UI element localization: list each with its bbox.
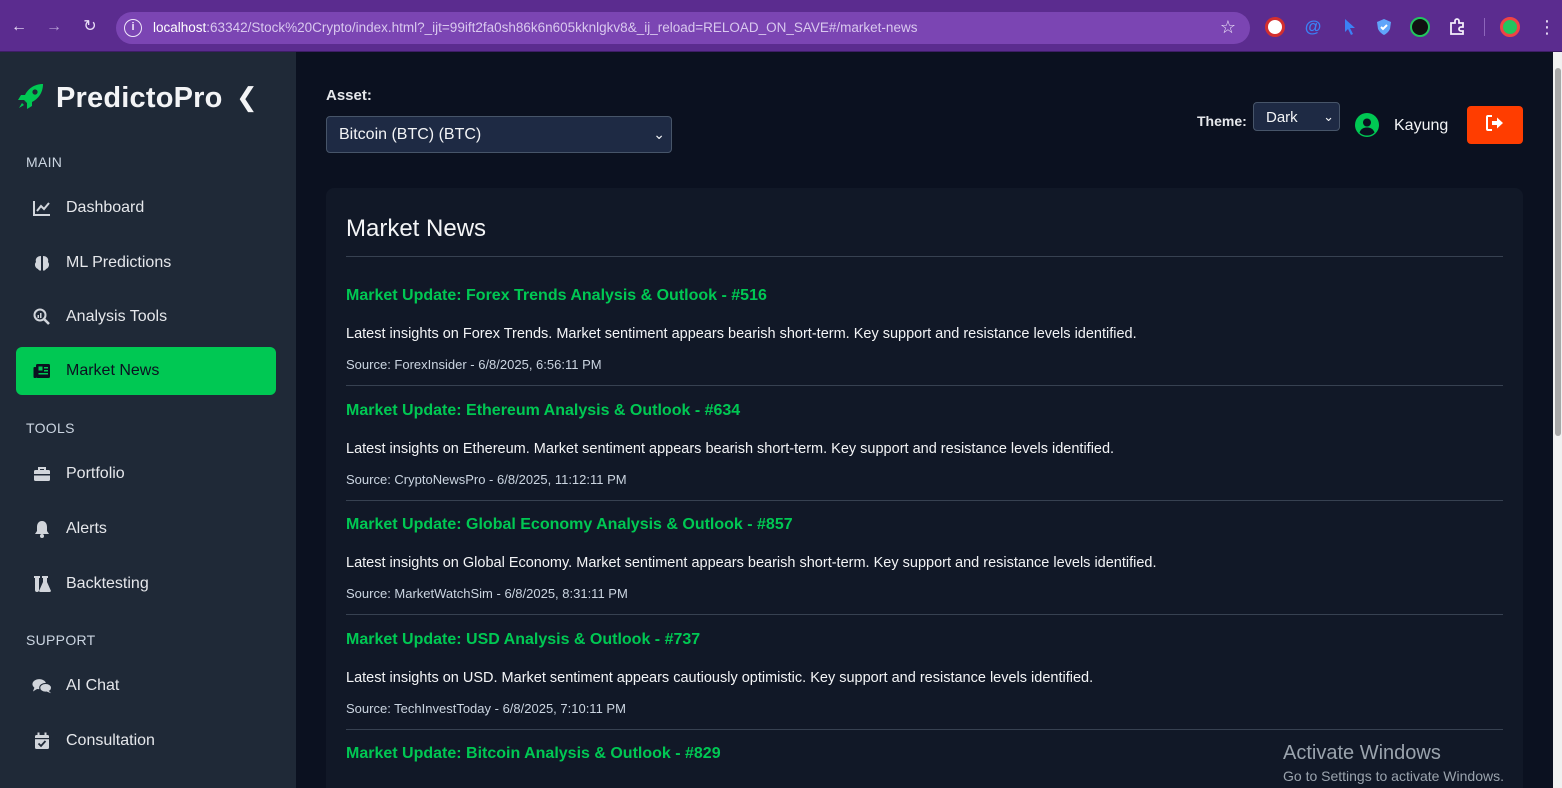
- news-summary: Latest insights on Global Economy. Marke…: [346, 555, 1157, 571]
- grammar-extension-icon[interactable]: [1410, 17, 1430, 37]
- sidebar-item-consultation[interactable]: Consultation: [16, 717, 276, 765]
- sidebar-item-ai-chat[interactable]: AI Chat: [16, 662, 276, 710]
- sidebar-item-label: Analysis Tools: [66, 308, 168, 325]
- user-avatar-icon[interactable]: [1355, 113, 1379, 137]
- site-info-icon[interactable]: i: [124, 19, 142, 37]
- market-news-card: Market News Market Update: Forex Trends …: [326, 188, 1523, 788]
- news-title-link[interactable]: Market Update: Global Economy Analysis &…: [346, 516, 793, 534]
- windows-activation-watermark: Activate Windows Go to Settings to activ…: [1283, 742, 1504, 784]
- news-item: Market Update: USD Analysis & Outlook - …: [346, 631, 1503, 746]
- back-arrow-icon[interactable]: ←: [8, 16, 30, 38]
- divider: [346, 385, 1503, 386]
- watermark-line-2: Go to Settings to activate Windows.: [1283, 768, 1504, 784]
- sign-out-icon: [1486, 114, 1504, 136]
- sidebar-item-ml-predictions[interactable]: ML Predictions: [16, 239, 276, 287]
- news-summary: Latest insights on USD. Market sentiment…: [346, 670, 1094, 686]
- browser-menu-icon[interactable]: ⋮: [1536, 16, 1558, 38]
- flask-icon: [32, 575, 52, 593]
- page-title: Market News: [346, 215, 487, 242]
- magnify-chart-icon: [32, 308, 52, 326]
- bell-icon: [32, 520, 52, 538]
- news-title-link[interactable]: Market Update: Ethereum Analysis & Outlo…: [346, 402, 740, 420]
- news-source: Source: ForexInsider - 6/8/2025, 6:56:11…: [346, 357, 602, 372]
- news-item: Market Update: Global Economy Analysis &…: [346, 516, 1503, 631]
- at-extension-icon[interactable]: @: [1303, 17, 1323, 37]
- logout-button[interactable]: [1467, 106, 1523, 144]
- watermark-line-1: Activate Windows: [1283, 742, 1441, 764]
- reload-icon[interactable]: ↻: [79, 16, 101, 38]
- brand-title: PredictoPro: [56, 81, 223, 114]
- briefcase-icon: [32, 466, 52, 482]
- sidebar-item-label: AI Chat: [66, 677, 120, 694]
- sidebar-item-alerts[interactable]: Alerts: [16, 505, 276, 553]
- news-title-link[interactable]: Market Update: Bitcoin Analysis & Outloo…: [346, 745, 721, 763]
- chevron-down-icon: ⌄: [1323, 109, 1334, 124]
- sidebar-item-portfolio[interactable]: Portfolio: [16, 450, 276, 498]
- section-label-support: SUPPORT: [26, 632, 96, 648]
- sidebar-item-backtesting[interactable]: Backtesting: [16, 560, 276, 608]
- address-bar[interactable]: i localhost:63342/Stock%20Crypto/index.h…: [116, 12, 1250, 44]
- brand-logo[interactable]: PredictoPro: [16, 80, 223, 116]
- rocket-icon: [16, 81, 46, 116]
- sidebar-item-label: Alerts: [66, 520, 107, 537]
- sidebar: PredictoPro ❮ MAIN Dashboard ML Predicti…: [0, 52, 296, 788]
- divider: [346, 729, 1503, 730]
- sidebar-item-label: ML Predictions: [66, 254, 172, 271]
- news-title-link[interactable]: Market Update: USD Analysis & Outlook - …: [346, 631, 700, 649]
- sidebar-item-label: Dashboard: [66, 199, 145, 216]
- sidebar-item-dashboard[interactable]: Dashboard: [16, 184, 276, 232]
- divider: [346, 256, 1503, 257]
- forward-arrow-icon[interactable]: →: [43, 16, 65, 38]
- scrollbar-thumb[interactable]: [1555, 68, 1561, 436]
- asset-select-value: Bitcoin (BTC) (BTC): [339, 126, 482, 143]
- username[interactable]: Kayung: [1394, 117, 1448, 135]
- divider: [346, 500, 1503, 501]
- profile-avatar-icon[interactable]: [1500, 17, 1520, 37]
- asset-label: Asset:: [326, 87, 372, 104]
- puzzle-extensions-icon[interactable]: [1447, 17, 1467, 37]
- newspaper-icon: [32, 363, 52, 379]
- chat-icon: [32, 677, 52, 695]
- theme-select[interactable]: Dark ⌄: [1253, 102, 1340, 131]
- news-title-link[interactable]: Market Update: Forex Trends Analysis & O…: [346, 287, 767, 305]
- section-label-tools: TOOLS: [26, 420, 75, 436]
- divider: [346, 614, 1503, 615]
- news-item: Market Update: Ethereum Analysis & Outlo…: [346, 402, 1503, 517]
- sidebar-item-label: Consultation: [66, 732, 155, 749]
- collapse-sidebar-chevron-icon[interactable]: ❮: [236, 82, 258, 113]
- news-summary: Latest insights on Ethereum. Market sent…: [346, 441, 1115, 457]
- sidebar-item-market-news[interactable]: Market News: [16, 347, 276, 395]
- shield-extension-icon[interactable]: [1374, 17, 1394, 37]
- chevron-down-icon: ⌄: [653, 126, 665, 142]
- section-label-main: MAIN: [26, 154, 63, 170]
- cursor-extension-icon[interactable]: [1340, 17, 1360, 37]
- bookmark-star-icon[interactable]: ☆: [1220, 17, 1236, 38]
- chart-line-icon: [32, 200, 52, 216]
- news-summary: Latest insights on Forex Trends. Market …: [346, 326, 1137, 342]
- sidebar-item-label: Market News: [66, 362, 160, 379]
- sidebar-item-analysis-tools[interactable]: Analysis Tools: [16, 293, 276, 341]
- news-source: Source: TechInvestToday - 6/8/2025, 7:10…: [346, 701, 626, 716]
- theme-label: Theme:: [1197, 113, 1247, 129]
- sidebar-item-label: Backtesting: [66, 575, 149, 592]
- browser-toolbar: ← → ↻ i localhost:63342/Stock%20Crypto/i…: [0, 0, 1562, 52]
- sidebar-item-label: Portfolio: [66, 465, 125, 482]
- toolbar-separator: [1484, 18, 1485, 36]
- news-source: Source: MarketWatchSim - 6/8/2025, 8:31:…: [346, 586, 628, 601]
- news-item: Market Update: Forex Trends Analysis & O…: [346, 287, 1503, 402]
- asset-select[interactable]: Bitcoin (BTC) (BTC) ⌄: [326, 116, 672, 153]
- calendar-check-icon: [32, 732, 52, 750]
- pokeball-extension-icon[interactable]: [1265, 17, 1285, 37]
- theme-select-value: Dark: [1266, 109, 1298, 126]
- url-text: localhost:63342/Stock%20Crypto/index.htm…: [153, 20, 918, 35]
- news-source: Source: CryptoNewsPro - 6/8/2025, 11:12:…: [346, 472, 627, 487]
- brain-icon: [32, 254, 52, 272]
